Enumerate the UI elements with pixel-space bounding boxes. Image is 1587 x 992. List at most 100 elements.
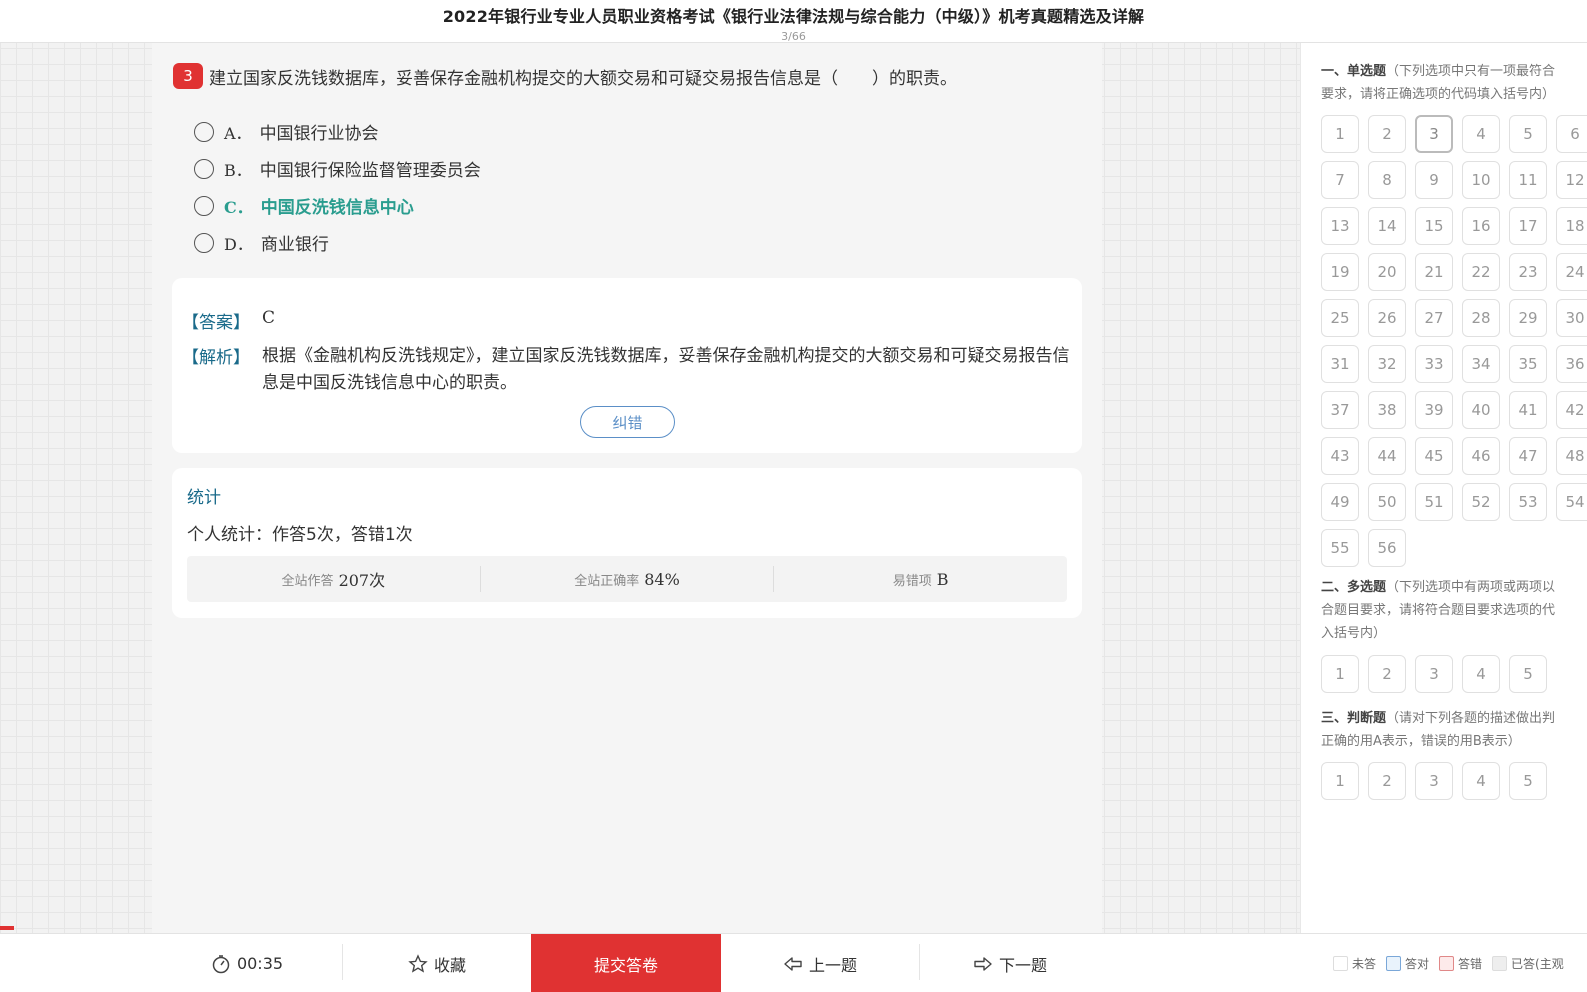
question-nav-cell[interactable]: 27 xyxy=(1415,299,1453,337)
question-nav-cell[interactable]: 24 xyxy=(1556,253,1587,291)
question-nav-cell[interactable]: 55 xyxy=(1321,529,1359,567)
question-nav-cell[interactable]: 50 xyxy=(1368,483,1406,521)
question-nav-cell[interactable]: 35 xyxy=(1509,345,1547,383)
question-nav-cell[interactable]: 14 xyxy=(1368,207,1406,245)
page-title: 2022年银行业专业人员职业资格考试《银行业法律法规与综合能力（中级）》机考真题… xyxy=(442,7,1145,26)
question-nav-cell[interactable]: 52 xyxy=(1462,483,1500,521)
question-nav-cell[interactable]: 46 xyxy=(1462,437,1500,475)
site-total-stat: 全站作答 207次 xyxy=(187,566,481,592)
question-nav-cell[interactable]: 44 xyxy=(1368,437,1406,475)
question-nav-cell[interactable]: 5 xyxy=(1509,762,1547,800)
question-nav-cell[interactable]: 37 xyxy=(1321,391,1359,429)
question-nav-cell[interactable]: 19 xyxy=(1321,253,1359,291)
radio-icon[interactable] xyxy=(194,195,214,216)
stats-card: 统计 个人统计：作答5次，答错1次 全站作答 207次 全站正确率 84% 易错… xyxy=(172,468,1082,618)
option-letter: D． xyxy=(224,234,253,254)
question-nav-cell[interactable]: 4 xyxy=(1462,115,1500,153)
radio-icon[interactable] xyxy=(194,232,214,253)
question-nav-cell[interactable]: 48 xyxy=(1556,437,1587,475)
judge-desc: （请对下列各题的描述做出判 xyxy=(1386,711,1556,726)
question-nav-cell[interactable]: 11 xyxy=(1509,161,1547,199)
question-nav-cell[interactable]: 56 xyxy=(1368,529,1406,567)
question-nav-cell[interactable]: 20 xyxy=(1368,253,1406,291)
next-button[interactable]: 下一题 xyxy=(920,934,1100,992)
swatch xyxy=(1333,956,1348,971)
question-nav-cell[interactable]: 28 xyxy=(1462,299,1500,337)
question-nav-cell[interactable]: 39 xyxy=(1415,391,1453,429)
radio-icon[interactable] xyxy=(194,121,214,142)
question-nav-cell[interactable]: 5 xyxy=(1509,115,1547,153)
single-choice-grid: 1 2 3 4 5 6 7 8 9 10 11 12 13 14 15 16 17 18 19 20 21 22 23 24 2… xyxy=(1321,115,1587,567)
radio-icon[interactable] xyxy=(194,158,214,179)
question-nav-cell[interactable]: 8 xyxy=(1368,161,1406,199)
top-header: 2022年银行业专业人员职业资格考试《银行业法律法规与综合能力（中级）》机考真题… xyxy=(0,0,1587,43)
question-nav-cell[interactable]: 30 xyxy=(1556,299,1587,337)
question-nav-cell[interactable]: 1 xyxy=(1321,762,1359,800)
swatch xyxy=(1386,956,1402,971)
question-nav-cell[interactable]: 41 xyxy=(1509,391,1547,429)
question-nav-cell[interactable]: 2 xyxy=(1368,762,1406,800)
option-a[interactable]: A． 中国银行业协会 xyxy=(194,113,481,150)
question-nav-cell[interactable]: 12 xyxy=(1556,161,1587,199)
next-label: 下一题 xyxy=(998,955,1047,975)
site-total-label: 全站作答 xyxy=(281,573,334,589)
legend-answered: 已答(主观 xyxy=(1492,955,1564,972)
question-nav-cell[interactable]: 31 xyxy=(1321,345,1359,383)
single-choice-header: 一、单选题（下列选项中只有一项最符合 要求，请将正确选项的代码填入括号内） xyxy=(1321,60,1581,106)
question-nav-cell[interactable]: 4 xyxy=(1462,655,1500,693)
question-nav-cell[interactable]: 16 xyxy=(1462,207,1500,245)
question-nav-cell[interactable]: 40 xyxy=(1462,391,1500,429)
option-text: 中国银行业协会 xyxy=(259,124,379,144)
question-nav-cell[interactable]: 6 xyxy=(1556,115,1587,153)
answer-tag: 【答案】 xyxy=(182,313,250,333)
answer-value: C xyxy=(262,308,276,328)
question-nav-cell[interactable]: 18 xyxy=(1556,207,1587,245)
option-c[interactable]: C． 中国反洗钱信息中心 xyxy=(194,187,481,224)
question-nav-cell[interactable]: 42 xyxy=(1556,391,1587,429)
question-nav-cell[interactable]: 32 xyxy=(1368,345,1406,383)
question-nav-cell[interactable]: 10 xyxy=(1462,161,1500,199)
question-nav-cell[interactable]: 3 xyxy=(1415,762,1453,800)
timer-value: 00:35 xyxy=(236,954,284,973)
question-nav-cell[interactable]: 54 xyxy=(1556,483,1587,521)
question-nav-cell[interactable]: 25 xyxy=(1321,299,1359,337)
question-nav-cell[interactable]: 23 xyxy=(1509,253,1547,291)
question-nav-cell[interactable]: 51 xyxy=(1415,483,1453,521)
question-nav-cell[interactable]: 34 xyxy=(1462,345,1500,383)
submit-button[interactable]: 提交答卷 xyxy=(531,934,721,992)
question-nav-cell[interactable]: 7 xyxy=(1321,161,1359,199)
question-nav-cell[interactable]: 13 xyxy=(1321,207,1359,245)
question-nav-cell[interactable]: 3 xyxy=(1415,115,1453,153)
question-nav-cell[interactable]: 47 xyxy=(1509,437,1547,475)
legend-correct: 答对 xyxy=(1386,955,1429,972)
question-nav-cell[interactable]: 5 xyxy=(1509,655,1547,693)
question-nav-cell[interactable]: 3 xyxy=(1415,655,1453,693)
question-nav-cell[interactable]: 33 xyxy=(1415,345,1453,383)
question-nav-cell[interactable]: 43 xyxy=(1321,437,1359,475)
question-nav-cell[interactable]: 4 xyxy=(1462,762,1500,800)
question-nav-cell[interactable]: 1 xyxy=(1321,655,1359,693)
question-nav-cell[interactable]: 36 xyxy=(1556,345,1587,383)
question-nav-cell[interactable]: 21 xyxy=(1415,253,1453,291)
report-error-button[interactable]: 纠错 xyxy=(580,406,675,438)
option-letter: B． xyxy=(224,160,252,180)
question-nav-cell[interactable]: 15 xyxy=(1415,207,1453,245)
option-d[interactable]: D． 商业银行 xyxy=(194,224,481,261)
favorite-button[interactable]: 收藏 xyxy=(343,934,531,992)
question-text: 建立国家反洗钱数据库，妥善保存金融机构提交的大额交易和可疑交易报告信息是（ ）的… xyxy=(209,68,957,89)
question-nav-cell[interactable]: 2 xyxy=(1368,655,1406,693)
question-nav-cell[interactable]: 29 xyxy=(1509,299,1547,337)
answer-row: 【答案】 C xyxy=(182,308,275,333)
question-nav-cell[interactable]: 38 xyxy=(1368,391,1406,429)
question-nav-cell[interactable]: 2 xyxy=(1368,115,1406,153)
question-nav-cell[interactable]: 49 xyxy=(1321,483,1359,521)
question-nav-cell[interactable]: 26 xyxy=(1368,299,1406,337)
question-nav-cell[interactable]: 1 xyxy=(1321,115,1359,153)
question-nav-cell[interactable]: 17 xyxy=(1509,207,1547,245)
question-nav-cell[interactable]: 53 xyxy=(1509,483,1547,521)
option-b[interactable]: B． 中国银行保险监督管理委员会 xyxy=(194,150,481,187)
question-nav-cell[interactable]: 45 xyxy=(1415,437,1453,475)
question-nav-cell[interactable]: 22 xyxy=(1462,253,1500,291)
prev-button[interactable]: 上一题 xyxy=(721,934,919,992)
question-nav-cell[interactable]: 9 xyxy=(1415,161,1453,199)
